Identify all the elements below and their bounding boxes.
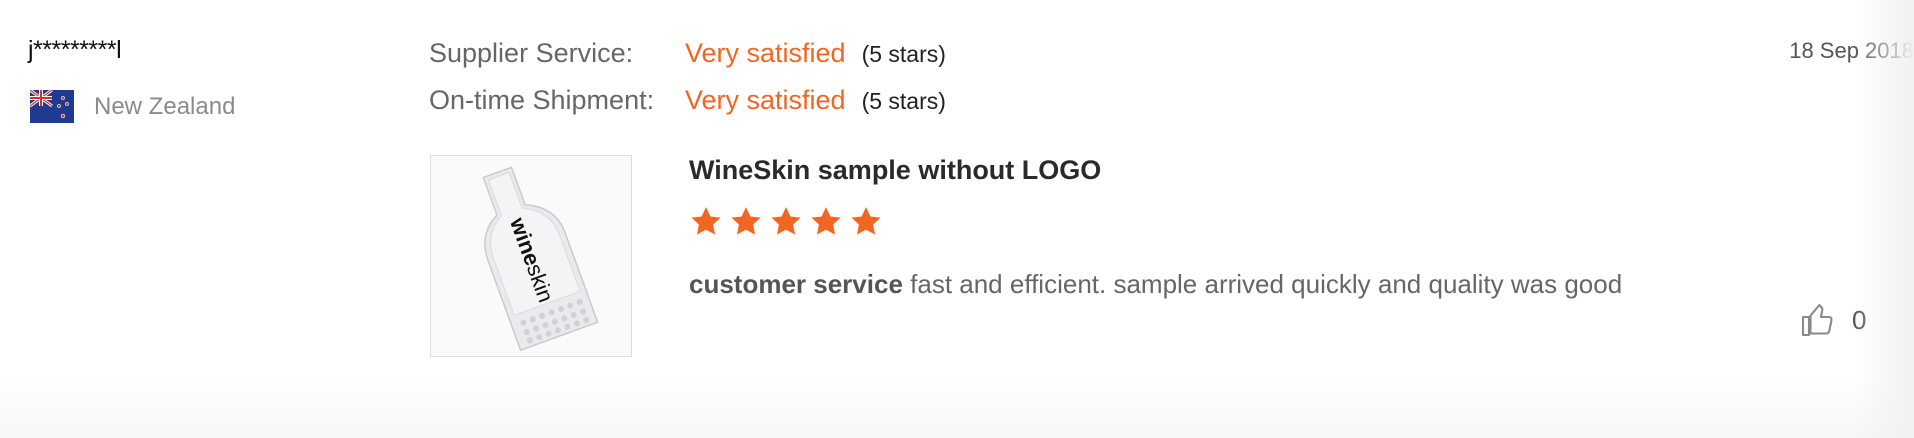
rating-label: Supplier Service: [429, 38, 634, 68]
new-zealand-flag-icon [30, 90, 74, 123]
rating-stars-text: (5 stars) [861, 41, 946, 67]
on-time-shipment-rating: On-time Shipment: Very satisfied (5 star… [429, 85, 946, 116]
rating-label: On-time Shipment: [429, 85, 655, 115]
supplier-service-rating: Supplier Service: Very satisfied (5 star… [429, 38, 946, 69]
thumbs-up-icon [1801, 303, 1833, 337]
review-body: fast and efficient. sample arrived quick… [902, 269, 1623, 299]
wineskin-bag-image: wineskin [482, 166, 599, 352]
star-icon [731, 207, 761, 235]
rating-value: Very satisfied [685, 85, 846, 115]
right-fade [1854, 0, 1914, 438]
star-icon [771, 207, 801, 235]
buyer-name: j*********l [28, 36, 122, 64]
review-highlight: customer service [689, 269, 903, 299]
product-thumbnail[interactable]: wineskin [430, 155, 632, 357]
bottom-fade [0, 378, 1914, 438]
country-name: New Zealand [94, 92, 236, 120]
star-icon [691, 207, 721, 235]
star-icon [811, 207, 841, 235]
review-text: customer service fast and efficient. sam… [689, 266, 1689, 302]
rating-value: Very satisfied [685, 38, 846, 68]
star-icon [851, 207, 881, 235]
buyer-country: New Zealand [30, 90, 235, 123]
product-star-rating [689, 205, 883, 239]
product-title[interactable]: WineSkin sample without LOGO [689, 155, 1101, 186]
rating-stars-text: (5 stars) [861, 88, 946, 114]
